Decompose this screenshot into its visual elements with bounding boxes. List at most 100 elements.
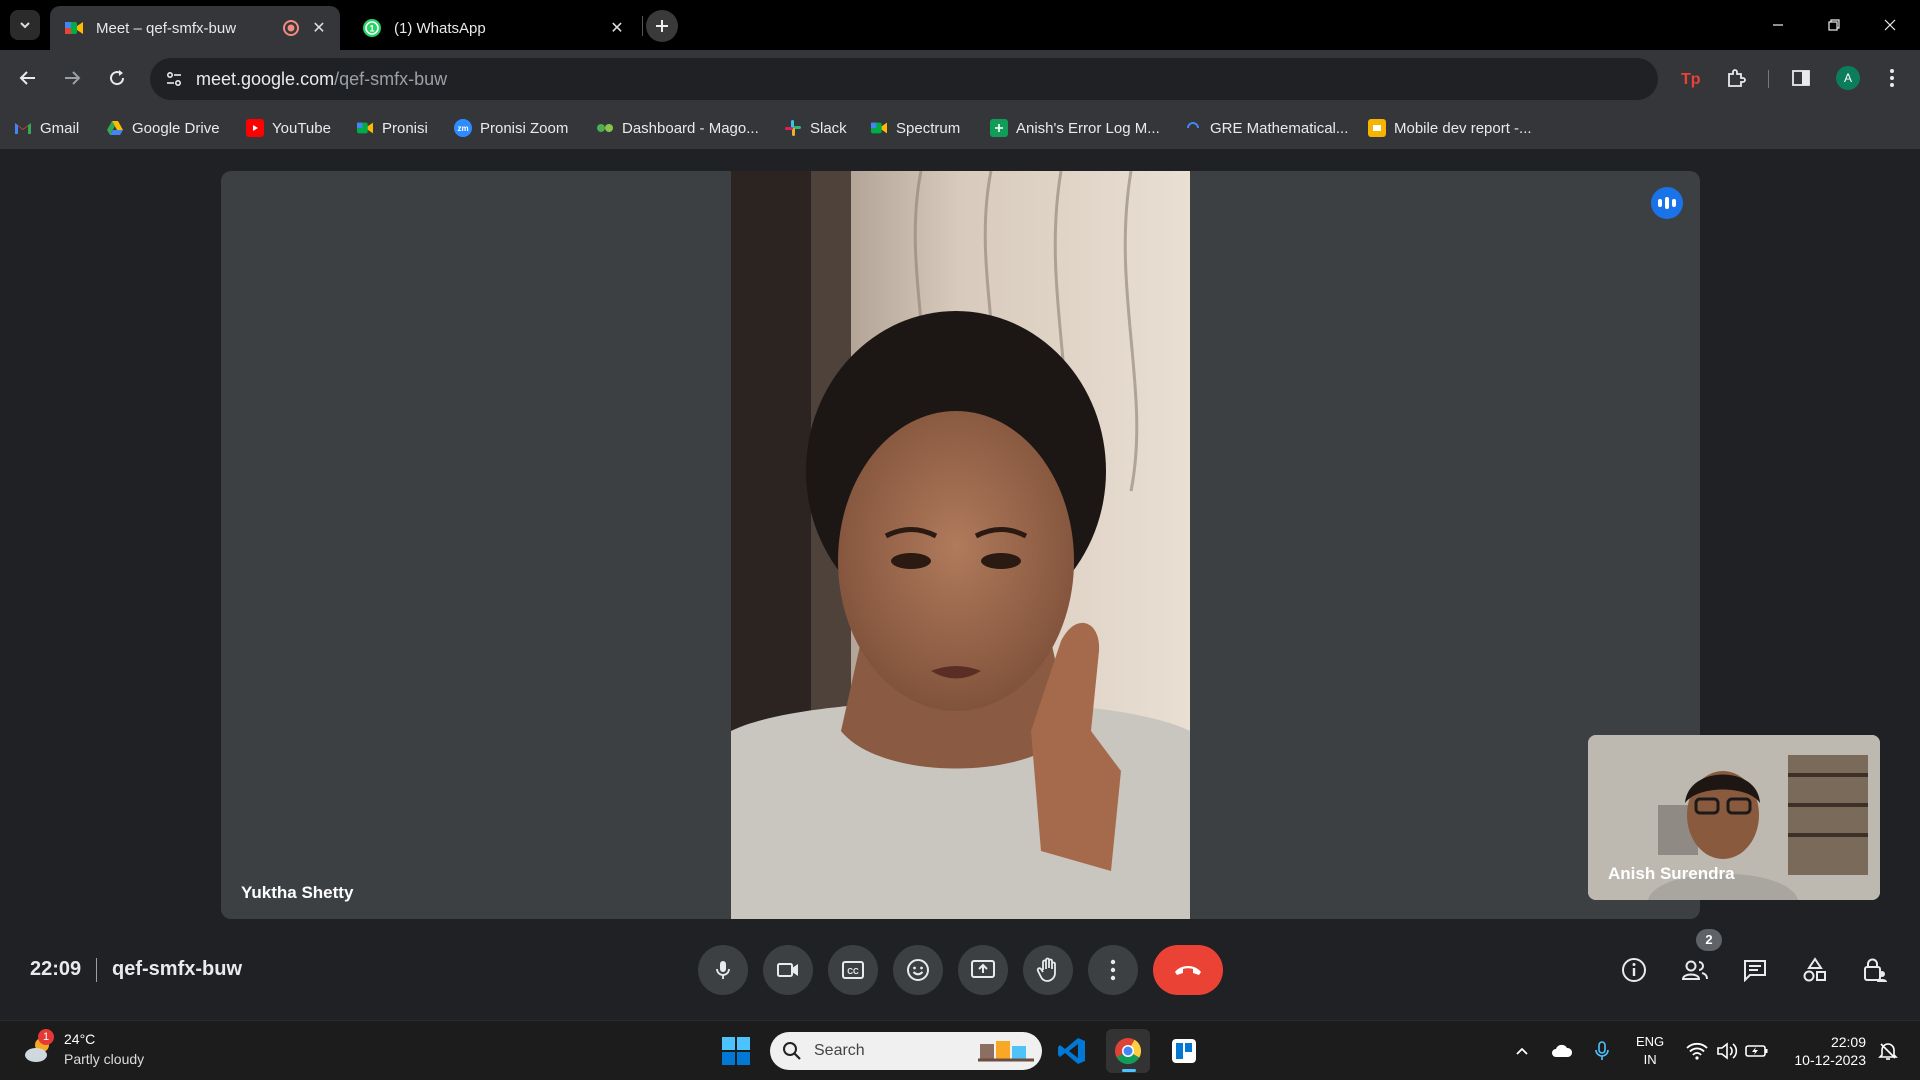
forward-button[interactable] bbox=[56, 62, 88, 94]
meet-icon bbox=[356, 119, 374, 137]
tab-title: Meet – qef-smfx-buw bbox=[96, 19, 237, 37]
battery-charging-icon bbox=[1745, 1044, 1769, 1058]
site-info-icon[interactable] bbox=[164, 69, 184, 89]
more-options-button[interactable] bbox=[1088, 945, 1138, 995]
restore-button[interactable] bbox=[1806, 0, 1862, 50]
taskbar-clock[interactable]: 22:09 10-12-2023 bbox=[1786, 1033, 1866, 1069]
browser-tab-strip: Meet – qef-smfx-buw ✕ 1 (1) WhatsApp ✕ bbox=[0, 0, 1920, 50]
browser-menu-button[interactable] bbox=[1876, 62, 1908, 94]
lock-person-icon bbox=[1862, 957, 1888, 983]
reload-button[interactable] bbox=[101, 62, 133, 94]
tab-whatsapp[interactable]: 1 (1) WhatsApp ✕ bbox=[348, 6, 638, 50]
volume-tray[interactable] bbox=[1715, 1039, 1739, 1063]
participant-tile-self[interactable]: Anish Surendra bbox=[1588, 735, 1880, 900]
zoom-icon: zm bbox=[454, 119, 472, 137]
camera-button[interactable] bbox=[763, 945, 813, 995]
arrow-right-icon bbox=[62, 68, 82, 88]
recording-icon bbox=[280, 17, 302, 39]
tab-search-button[interactable] bbox=[10, 10, 40, 40]
emoji-icon bbox=[906, 958, 930, 982]
clock-date: 10-12-2023 bbox=[1794, 1052, 1866, 1068]
reactions-button[interactable] bbox=[893, 945, 943, 995]
extensions-button[interactable] bbox=[1720, 62, 1752, 94]
bookmark-label: Spectrum bbox=[896, 119, 961, 137]
close-window-button[interactable] bbox=[1862, 0, 1918, 50]
participant-tile-main[interactable]: Yuktha Shetty bbox=[221, 171, 1700, 919]
host-controls-button[interactable] bbox=[1855, 950, 1895, 990]
loader-icon bbox=[1184, 119, 1202, 137]
present-screen-button[interactable] bbox=[958, 945, 1008, 995]
bookmark-error-log[interactable]: Anish's Error Log M... bbox=[990, 116, 1160, 140]
hand-icon bbox=[1036, 957, 1060, 983]
side-panel-button[interactable] bbox=[1785, 62, 1817, 94]
svg-text:CC: CC bbox=[847, 967, 859, 976]
drive-icon bbox=[106, 119, 124, 137]
weather-widget[interactable]: 1 bbox=[22, 1029, 60, 1069]
people-button[interactable] bbox=[1675, 950, 1715, 990]
tab-meet[interactable]: Meet – qef-smfx-buw ✕ bbox=[50, 6, 340, 50]
chevron-down-icon bbox=[18, 18, 32, 32]
bookmark-google-drive[interactable]: Google Drive bbox=[106, 116, 220, 140]
bookmark-dashboard[interactable]: Dashboard - Mago... bbox=[596, 116, 759, 140]
raise-hand-button[interactable] bbox=[1023, 945, 1073, 995]
url-path: /qef-smfx-buw bbox=[334, 69, 448, 89]
extension-tp-button[interactable]: Tp bbox=[1675, 62, 1707, 94]
side-panel-icon bbox=[1790, 67, 1812, 89]
participant-count-badge: 2 bbox=[1696, 929, 1722, 951]
input-language-indicator[interactable]: ENG IN bbox=[1636, 1033, 1664, 1069]
leave-call-button[interactable] bbox=[1153, 945, 1223, 995]
minimize-button[interactable] bbox=[1750, 0, 1806, 50]
bookmark-pronisi-zoom[interactable]: zm Pronisi Zoom bbox=[454, 116, 568, 140]
taskbar-vscode[interactable] bbox=[1050, 1029, 1094, 1073]
clock-time: 22:09 bbox=[1830, 1034, 1866, 1050]
meet-icon bbox=[870, 119, 888, 137]
bookmark-mobile-dev-report[interactable]: Mobile dev report -... bbox=[1368, 116, 1532, 140]
speaking-indicator-icon bbox=[1651, 187, 1683, 219]
address-bar[interactable]: meet.google.com/qef-smfx-buw bbox=[150, 58, 1658, 100]
url-text: meet.google.com/qef-smfx-buw bbox=[196, 69, 447, 90]
volume-icon bbox=[1716, 1042, 1738, 1060]
bookmark-spectrum[interactable]: Spectrum bbox=[870, 116, 960, 140]
back-button[interactable] bbox=[12, 62, 44, 94]
taskbar-search[interactable]: Search bbox=[770, 1032, 1042, 1070]
bookmark-slack[interactable]: Slack bbox=[784, 116, 847, 140]
vscode-icon bbox=[1057, 1036, 1087, 1066]
show-hidden-icons-button[interactable] bbox=[1510, 1039, 1534, 1063]
dashboard-icon bbox=[596, 119, 614, 137]
new-tab-button[interactable] bbox=[646, 10, 678, 42]
bookmark-gre[interactable]: GRE Mathematical... bbox=[1184, 116, 1348, 140]
chat-button[interactable] bbox=[1735, 950, 1775, 990]
microphone-button[interactable] bbox=[698, 945, 748, 995]
close-tab-icon[interactable]: ✕ bbox=[606, 17, 628, 39]
weather-temperature: 24°C bbox=[64, 1031, 96, 1047]
taskbar-app[interactable] bbox=[1162, 1029, 1206, 1073]
start-button[interactable] bbox=[714, 1029, 758, 1073]
arrow-left-icon bbox=[18, 68, 38, 88]
captions-button[interactable]: CC bbox=[828, 945, 878, 995]
microphone-tray[interactable] bbox=[1590, 1039, 1614, 1063]
app-window-icon bbox=[1171, 1038, 1197, 1064]
participant-name: Anish Surendra bbox=[1608, 864, 1735, 883]
close-tab-icon[interactable]: ✕ bbox=[308, 17, 330, 39]
bookmark-youtube[interactable]: YouTube bbox=[246, 116, 331, 140]
profile-button[interactable]: A bbox=[1832, 62, 1864, 94]
meeting-details-button[interactable] bbox=[1614, 950, 1654, 990]
bookmarks-bar: Gmail Google Drive YouTube Pronisi zm Pr… bbox=[0, 106, 1920, 150]
search-highlight-icon bbox=[978, 1038, 1034, 1064]
bookmark-label: GRE Mathematical... bbox=[1210, 119, 1349, 137]
activities-button[interactable] bbox=[1795, 950, 1835, 990]
chrome-icon bbox=[1113, 1036, 1143, 1066]
bookmark-label: Pronisi bbox=[382, 119, 428, 137]
bookmark-gmail[interactable]: Gmail bbox=[14, 116, 79, 140]
wifi-tray[interactable] bbox=[1685, 1039, 1709, 1063]
taskbar-chrome[interactable] bbox=[1106, 1029, 1150, 1073]
onedrive-tray[interactable] bbox=[1550, 1039, 1574, 1063]
active-app-indicator bbox=[1122, 1069, 1136, 1072]
participant-video-main bbox=[731, 171, 1190, 919]
bookmark-label: Mobile dev report -... bbox=[1394, 119, 1532, 137]
notifications-button[interactable] bbox=[1876, 1039, 1900, 1063]
bookmark-pronisi[interactable]: Pronisi bbox=[356, 116, 428, 140]
bookmark-label: Slack bbox=[810, 119, 847, 137]
battery-tray[interactable] bbox=[1745, 1039, 1769, 1063]
region-code: IN bbox=[1643, 1052, 1657, 1067]
